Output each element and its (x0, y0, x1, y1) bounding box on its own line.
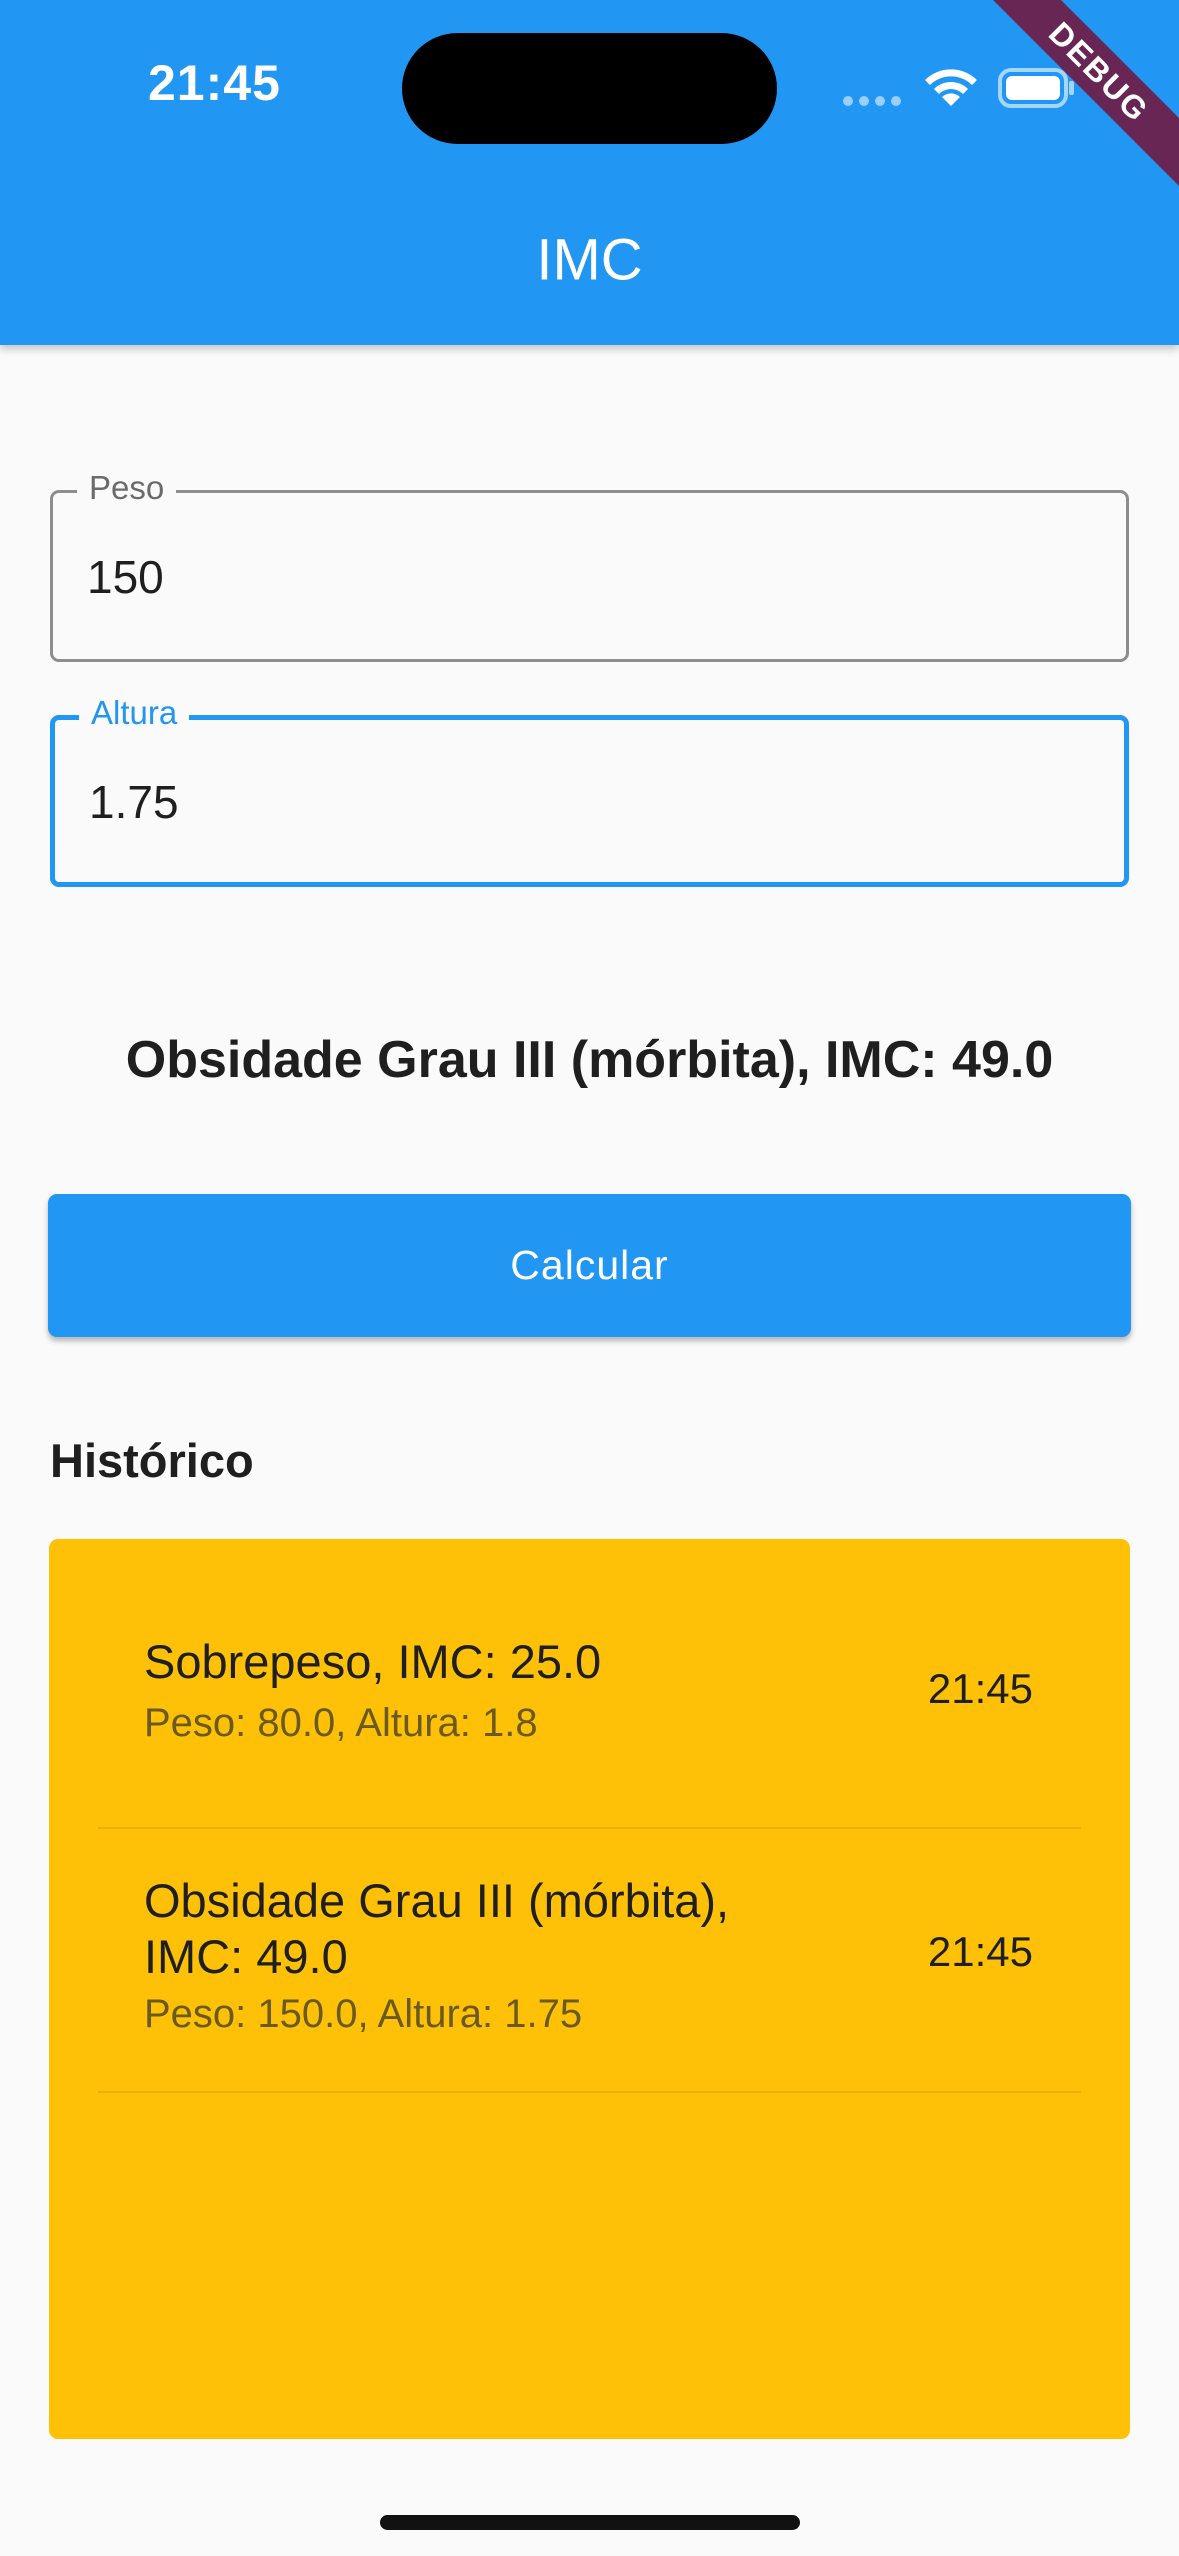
history-item-title: Sobrepeso, IMC: 25.0 (144, 1635, 602, 1688)
history-list-item[interactable]: Obsidade Grau III (mórbita), IMC: 49.0 P… (98, 1827, 1081, 2093)
app-bar-title: IMC (536, 227, 643, 293)
peso-field-label: Peso (77, 468, 177, 508)
signal-icon (843, 96, 903, 106)
imc-result-text: Obsidade Grau III (mórbita), IMC: 49.0 (125, 1031, 1054, 1089)
history-item-subtitle: Peso: 80.0, Altura: 1.8 (144, 1701, 538, 1745)
history-list-item[interactable]: Sobrepeso, IMC: 25.0 Peso: 80.0, Altura:… (98, 1539, 1081, 1829)
altura-field-label: Altura (79, 693, 190, 733)
dynamic-island (402, 33, 777, 144)
history-list: Sobrepeso, IMC: 25.0 Peso: 80.0, Altura:… (49, 1539, 1130, 2439)
altura-field[interactable]: Altura 1.75 (50, 693, 1129, 887)
history-item-title: Obsidade Grau III (mórbita), IMC: 49.0 (144, 1874, 730, 1983)
app-bar: 21:45 IMC (0, 0, 1179, 345)
wifi-icon (925, 69, 977, 106)
altura-field-value[interactable]: 1.75 (89, 775, 179, 829)
history-title: Histórico (50, 1434, 254, 1487)
history-item-time: 21:45 (927, 1665, 1033, 1712)
peso-field[interactable]: Peso 150 (50, 468, 1129, 662)
history-item-subtitle: Peso: 150.0, Altura: 1.75 (144, 1992, 583, 2036)
status-bar-time: 21:45 (148, 55, 281, 111)
battery-icon (998, 68, 1074, 108)
home-indicator[interactable] (380, 2515, 800, 2530)
peso-field-value[interactable]: 150 (87, 550, 164, 604)
calculate-button[interactable]: Calcular (48, 1194, 1131, 1337)
history-item-time: 21:45 (927, 1928, 1033, 1975)
calculate-button-label: Calcular (510, 1242, 669, 1288)
